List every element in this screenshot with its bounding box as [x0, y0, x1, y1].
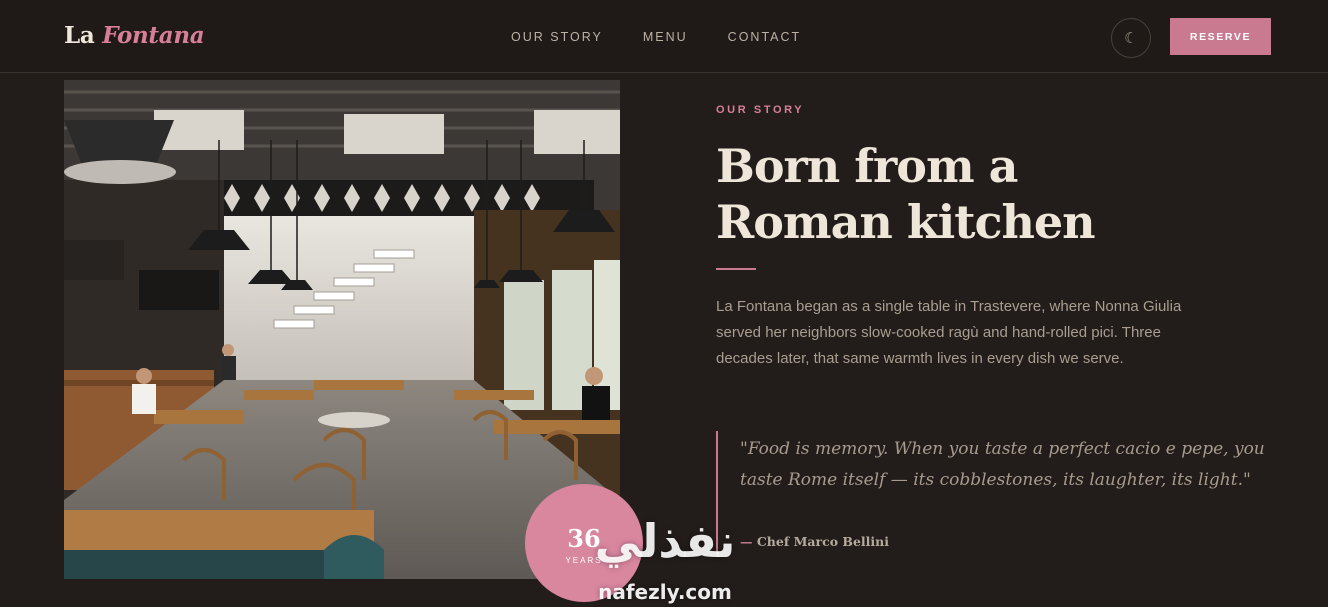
watermark-latin: nafezly.com: [598, 580, 732, 604]
nav-our-story[interactable]: OUR STORY: [511, 30, 603, 44]
theme-toggle-button[interactable]: ☾: [1111, 18, 1151, 58]
main-nav: OUR STORY MENU CONTACT: [511, 30, 841, 44]
site-header: La Fontana OUR STORY MENU CONTACT ☾ RESE…: [0, 0, 1328, 73]
title-divider: [716, 268, 756, 270]
nav-menu[interactable]: MENU: [643, 30, 688, 44]
quote-attribution: — Chef Marco Bellini: [740, 534, 889, 549]
logo[interactable]: La Fontana: [64, 22, 205, 49]
restaurant-interior-photo: [64, 80, 620, 579]
watermark-arabic: نفذلي: [594, 514, 736, 568]
chef-quote: "Food is memory. When you taste a perfec…: [740, 439, 1265, 490]
section-title: Born from a Roman kitchen: [716, 138, 1236, 250]
reserve-button[interactable]: RESERVE: [1170, 18, 1271, 55]
logo-main: La: [64, 22, 95, 49]
chef-name: Chef Marco Bellini: [756, 534, 890, 549]
nav-contact[interactable]: CONTACT: [728, 30, 802, 44]
section-eyebrow: OUR STORY: [716, 104, 805, 116]
logo-accent: Fontana: [102, 22, 205, 49]
story-paragraph: La Fontana began as a single table in Tr…: [716, 298, 1182, 367]
title-line-1: Born from a: [716, 139, 1018, 193]
title-line-2: Roman kitchen: [716, 195, 1096, 249]
moon-icon: ☾: [1124, 30, 1138, 47]
